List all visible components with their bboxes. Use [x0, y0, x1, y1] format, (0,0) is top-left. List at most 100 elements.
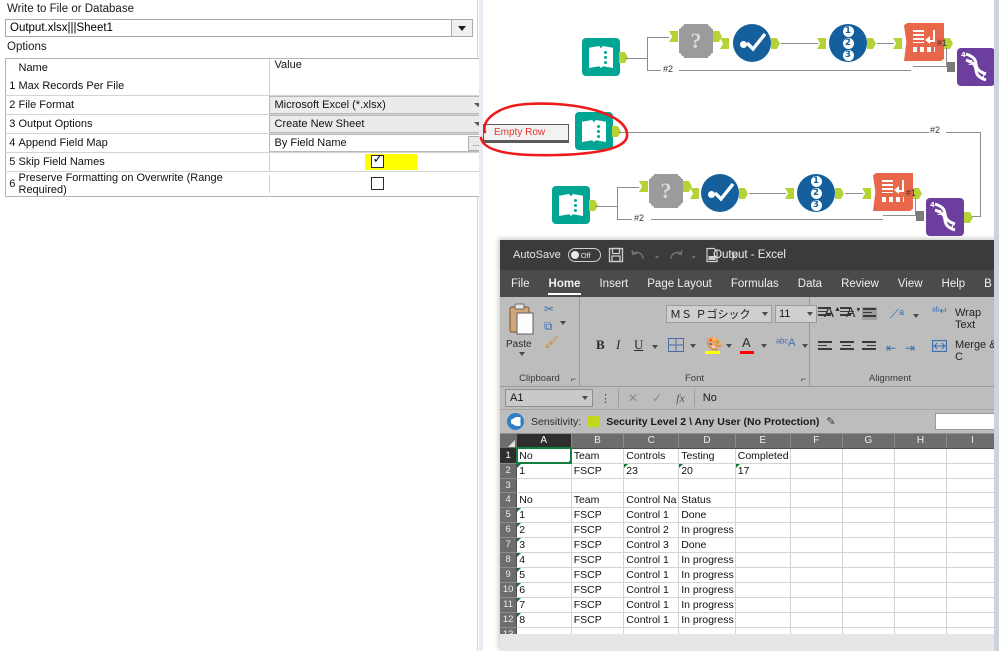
- table-row[interactable]: 1 Max Records Per File: [6, 77, 487, 96]
- copy-icon[interactable]: ⧉: [544, 319, 553, 334]
- cell-h11[interactable]: [894, 597, 948, 613]
- cell-d10[interactable]: In progress: [678, 582, 736, 598]
- cell-b3[interactable]: [571, 478, 625, 493]
- cell-d6[interactable]: In progress: [678, 522, 736, 538]
- input-anchor[interactable]: [720, 38, 729, 49]
- cell-c8[interactable]: Control 1: [623, 552, 680, 568]
- cell-a13[interactable]: [516, 627, 572, 634]
- paste-chevron-down-icon[interactable]: [519, 352, 525, 356]
- batch-macro-tool-top[interactable]: 4 5 7: [957, 48, 995, 86]
- cell-h5[interactable]: [894, 507, 948, 523]
- cell-c12[interactable]: Control 1: [623, 612, 680, 628]
- column-header-i[interactable]: I: [946, 434, 999, 449]
- cell-a3[interactable]: [516, 478, 572, 493]
- row-header[interactable]: 12: [500, 612, 518, 628]
- cut-scissors-icon[interactable]: ✂: [544, 302, 554, 316]
- select-all-corner[interactable]: [500, 434, 517, 448]
- output-anchor[interactable]: [964, 212, 973, 223]
- cell-e9[interactable]: [735, 567, 791, 583]
- cell-g3[interactable]: [842, 478, 895, 493]
- cell-f13[interactable]: [790, 627, 843, 634]
- table-row[interactable]: 13: [500, 627, 999, 634]
- column-header-c[interactable]: C: [623, 434, 680, 449]
- cell-g12[interactable]: [842, 612, 895, 628]
- cell-f6[interactable]: [790, 522, 843, 538]
- browse-tool-mid[interactable]: [575, 112, 621, 150]
- input-anchor[interactable]: [785, 188, 794, 199]
- phonetic-guide-icon[interactable]: ᵃᵇᶜA: [776, 337, 795, 349]
- fill-color-icon[interactable]: 🎨: [706, 336, 722, 352]
- table-row[interactable]: 5 Skip Field Names: [5, 152, 487, 172]
- cell-c13[interactable]: [623, 627, 680, 634]
- table-row[interactable]: 6 2 FSCP Control 2 In progress: [500, 522, 999, 538]
- tab-formulas[interactable]: Formulas: [730, 276, 780, 292]
- browse-tool-top[interactable]: [582, 38, 628, 76]
- input-anchor[interactable]: [862, 188, 871, 199]
- cell-c9[interactable]: Control 1: [623, 567, 680, 583]
- cell-b5[interactable]: FSCP: [571, 507, 625, 523]
- file-format-combobox[interactable]: Microsoft Excel (*.xlsx): [268, 96, 486, 114]
- cell-i2[interactable]: [946, 463, 999, 479]
- tab-help[interactable]: Help: [941, 276, 967, 292]
- redo-icon[interactable]: [667, 247, 684, 263]
- input-anchor[interactable]: [690, 188, 699, 199]
- tab-page-layout[interactable]: Page Layout: [646, 276, 713, 292]
- font-name-combobox[interactable]: ＭＳ Ｐゴシック: [666, 305, 772, 323]
- cell-h4[interactable]: [894, 492, 948, 508]
- column-header-g[interactable]: G: [842, 434, 895, 449]
- orientation-icon[interactable]: ⟋ᵃ: [890, 306, 904, 322]
- cell-i12[interactable]: [946, 612, 999, 628]
- cell-e1[interactable]: Completed: [735, 448, 791, 464]
- cell-c6[interactable]: Control 2: [623, 522, 680, 538]
- cell-c2[interactable]: 23: [623, 463, 680, 479]
- cell-h8[interactable]: [894, 552, 948, 568]
- cell-e8[interactable]: [735, 552, 791, 568]
- cell-e11[interactable]: [735, 597, 791, 613]
- cell-g10[interactable]: [842, 582, 895, 598]
- tab-truncated[interactable]: B: [983, 276, 993, 292]
- tab-insert[interactable]: Insert: [598, 276, 629, 292]
- undo-chevron-down-icon[interactable]: ⌄: [654, 251, 661, 260]
- column-header-f[interactable]: F: [790, 434, 843, 449]
- increase-indent-icon[interactable]: ⇥: [905, 341, 915, 355]
- customize-qat-icon[interactable]: ⩛: [731, 250, 737, 261]
- cell-f2[interactable]: [790, 463, 843, 479]
- undo-icon[interactable]: [630, 247, 647, 263]
- cell-a4[interactable]: No: [516, 492, 572, 508]
- borders-icon[interactable]: [668, 338, 684, 352]
- output-anchor[interactable]: [739, 188, 748, 199]
- merge-center-label[interactable]: Merge & C: [955, 339, 999, 363]
- row-header[interactable]: 13: [500, 627, 518, 634]
- cell-f9[interactable]: [790, 567, 843, 583]
- fill-chevron-down-icon[interactable]: [726, 344, 732, 348]
- tab-home[interactable]: Home: [547, 276, 582, 295]
- phonetic-chevron-down-icon[interactable]: [802, 344, 808, 348]
- output-file-value[interactable]: Output.xlsx|||Sheet1: [5, 19, 451, 37]
- table-row[interactable]: 3: [500, 478, 999, 493]
- cell-f5[interactable]: [790, 507, 843, 523]
- name-box[interactable]: A1: [505, 389, 593, 407]
- table-row[interactable]: 5 1 FSCP Control 1 Done: [500, 507, 999, 523]
- input-anchor[interactable]: [817, 38, 826, 49]
- cell-d4[interactable]: Status: [678, 492, 736, 508]
- orientation-chevron-down-icon[interactable]: [913, 314, 919, 318]
- table-row[interactable]: 9 5 FSCP Control 1 In progress: [500, 567, 999, 583]
- cell-a2[interactable]: 1: [516, 463, 572, 479]
- tab-view[interactable]: View: [897, 276, 924, 292]
- cell-c11[interactable]: Control 1: [623, 597, 680, 613]
- cell-h13[interactable]: [894, 627, 948, 634]
- cell-d8[interactable]: In progress: [678, 552, 736, 568]
- cell-d13[interactable]: [678, 627, 736, 634]
- row-header[interactable]: 6: [500, 522, 518, 538]
- font-color-chevron-down-icon[interactable]: [761, 344, 767, 348]
- cell-a1[interactable]: No: [515, 447, 573, 464]
- row-header[interactable]: 3: [500, 478, 518, 493]
- cell-f10[interactable]: [790, 582, 843, 598]
- row-header[interactable]: 4: [500, 492, 518, 508]
- align-right-icon[interactable]: [862, 341, 877, 354]
- macro-input-anchor[interactable]: [947, 62, 955, 72]
- cell-b2[interactable]: FSCP: [571, 463, 625, 479]
- table-row[interactable]: 2 1 FSCP 23 20 17: [500, 463, 999, 479]
- table-row[interactable]: 4 Append Field Map By Field Name ...: [5, 133, 487, 153]
- cell-e3[interactable]: [735, 478, 791, 493]
